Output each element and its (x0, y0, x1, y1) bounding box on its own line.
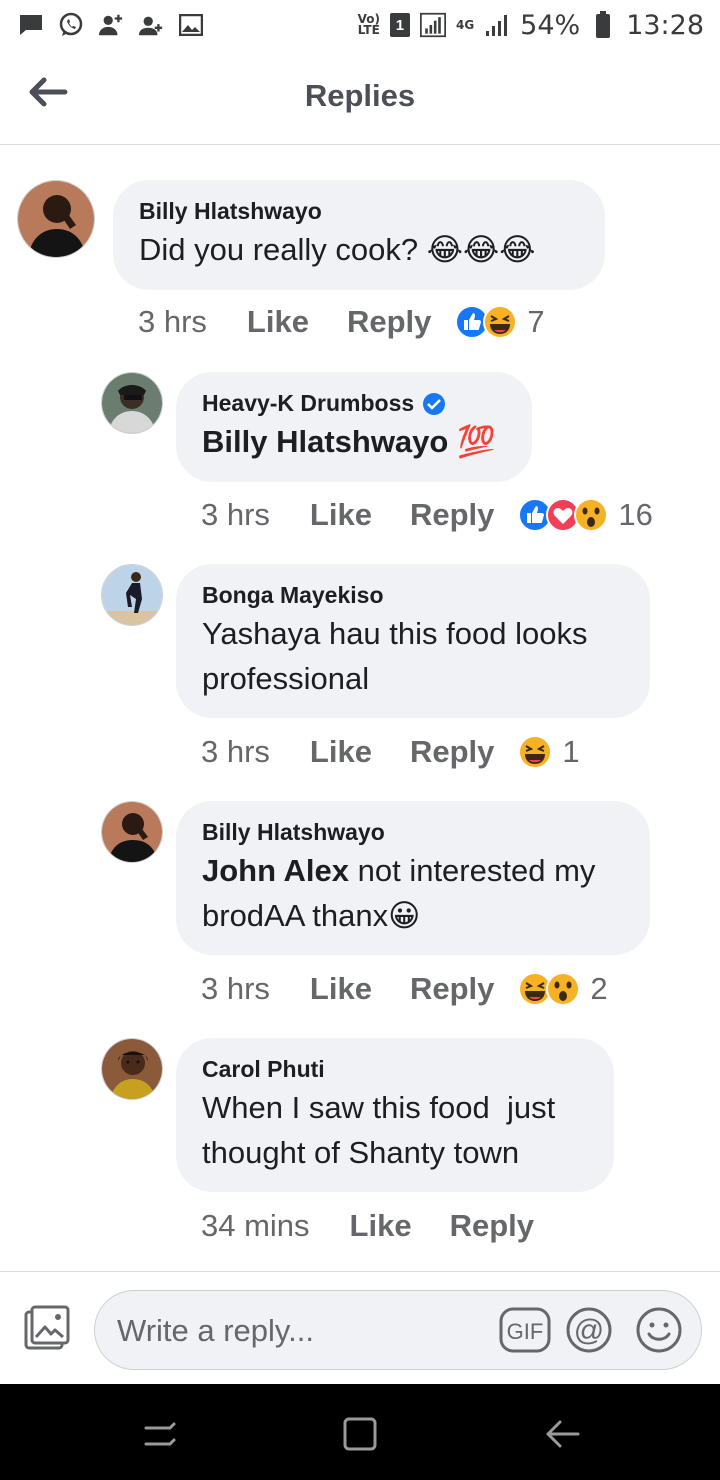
comment-text: Billy Hlatshwayo 💯 (202, 419, 506, 464)
sim-indicator: 1 (389, 13, 410, 37)
whatsapp-icon (58, 12, 84, 38)
comment-actions: 34 mins Like Reply (201, 1208, 572, 1244)
home-icon (343, 1417, 377, 1451)
comment-bubble[interactable]: Carol Phuti When I saw this food just tho… (176, 1038, 614, 1192)
photo-icon (24, 1305, 70, 1350)
comment-text: Yashaya hau this food looks professional (202, 616, 588, 696)
comment-time[interactable]: 3 hrs (201, 734, 270, 770)
battery-percent: 54% (520, 9, 581, 41)
reply-composer: Write a reply... GIF @ (0, 1271, 720, 1384)
friend-request-icon (98, 12, 124, 38)
comment-text: When I saw this food just thought of Shan… (202, 1090, 556, 1170)
reaction-summary[interactable]: 16 (518, 497, 653, 533)
comment-actions: 3 hrs Like Reply 16 (201, 497, 653, 533)
emoji-button[interactable] (635, 1306, 683, 1354)
haha-reaction-icon (483, 305, 518, 339)
comment-author[interactable]: Carol Phuti (202, 1056, 588, 1083)
gif-button[interactable]: GIF (499, 1306, 551, 1354)
comment-time[interactable]: 34 mins (201, 1208, 310, 1244)
reply-input[interactable]: Write a reply... GIF @ (94, 1290, 702, 1370)
status-notification-icons (18, 12, 204, 38)
mention-link[interactable]: Billy Hlatshwayo (202, 424, 448, 459)
add-friend-icon (138, 12, 164, 38)
comment-bubble[interactable]: Heavy-K Drumboss Billy Hlatshwayo 💯 (176, 372, 532, 482)
comment-bubble[interactable]: Billy Hlatshwayo Did you really cook? 😂😂… (113, 180, 605, 290)
at-sign-icon: @ (566, 1307, 612, 1353)
like-button[interactable]: Like (247, 304, 309, 340)
reaction-summary[interactable]: 1 (518, 734, 580, 770)
comment-author[interactable]: Billy Hlatshwayo (139, 198, 579, 225)
comment-author[interactable]: Bonga Mayekiso (202, 582, 624, 609)
verified-badge-icon (423, 392, 446, 415)
mention-link[interactable]: John Alex (202, 853, 349, 888)
system-nav-bar (0, 1384, 720, 1480)
comment-actions: 3 hrs Like Reply 1 (201, 734, 580, 770)
svg-text:@: @ (574, 1314, 604, 1347)
page-title: Replies (304, 78, 416, 113)
comment-text: Did you really cook? 😂😂😂 (139, 232, 536, 267)
reply-button[interactable]: Reply (347, 304, 431, 340)
comment-actions: 3 hrs Like Reply 2 (201, 971, 608, 1007)
gallery-icon (178, 12, 204, 38)
avatar[interactable] (101, 801, 163, 863)
avatar[interactable] (101, 1038, 163, 1100)
reaction-summary[interactable]: 2 (518, 971, 608, 1007)
volte-indicator: Vo) LTE (357, 12, 380, 37)
like-button[interactable]: Like (310, 497, 372, 533)
avatar[interactable] (101, 372, 163, 434)
signal-strength-icon (419, 12, 446, 38)
avatar[interactable] (17, 180, 95, 258)
reaction-count: 16 (618, 497, 653, 532)
recent-apps-icon (144, 1422, 176, 1446)
reply-button[interactable]: Reply (410, 971, 494, 1007)
signal-bars-icon (484, 12, 510, 38)
status-bar: Vo) LTE 1 4G 54% 13:28 (0, 0, 720, 50)
attach-photo-button[interactable] (22, 1304, 72, 1354)
network-type-indicator: 4G (455, 17, 475, 32)
grinning-emoji: 😀 (388, 898, 421, 933)
reaction-count: 1 (562, 734, 580, 769)
smiley-icon (636, 1307, 682, 1353)
back-icon (546, 1420, 580, 1448)
reaction-count: 7 (527, 304, 545, 339)
home-button[interactable] (340, 1414, 380, 1454)
hundred-emoji: 💯 (456, 424, 496, 459)
header: Replies (0, 50, 720, 145)
wow-reaction-icon (546, 972, 581, 1006)
mention-button[interactable]: @ (565, 1306, 613, 1354)
comment-author[interactable]: Billy Hlatshwayo (202, 819, 624, 846)
like-button[interactable]: Like (310, 734, 372, 770)
comment-text: John Alex not interested my brodAA thanx😀 (202, 853, 596, 933)
comment-bubble[interactable]: Bonga Mayekiso Yashaya hau this food loo… (176, 564, 650, 718)
comment-time[interactable]: 3 hrs (201, 971, 270, 1007)
message-notification-icon (18, 12, 44, 38)
comment-time[interactable]: 3 hrs (201, 497, 270, 533)
reply-button[interactable]: Reply (410, 734, 494, 770)
reply-button[interactable]: Reply (450, 1208, 534, 1244)
clock: 13:28 (626, 9, 704, 41)
svg-text:GIF: GIF (507, 1319, 544, 1344)
reaction-summary[interactable]: 7 (455, 304, 545, 340)
battery-icon (590, 11, 616, 38)
gif-icon: GIF (499, 1307, 551, 1353)
reply-placeholder: Write a reply... (117, 1313, 314, 1348)
comment-author[interactable]: Heavy-K Drumboss (202, 390, 506, 417)
like-button[interactable]: Like (350, 1208, 412, 1244)
comment-actions: 3 hrs Like Reply 7 (138, 304, 545, 340)
laughing-emoji: 😂😂😂 (426, 232, 536, 267)
haha-reaction-icon (518, 735, 553, 769)
like-button[interactable]: Like (310, 971, 372, 1007)
avatar[interactable] (101, 564, 163, 626)
status-system-icons: Vo) LTE 1 4G 54% 13:28 (358, 10, 704, 41)
reply-button[interactable]: Reply (410, 497, 494, 533)
reaction-count: 2 (590, 971, 608, 1006)
wow-reaction-icon (574, 498, 609, 532)
system-back-button[interactable] (542, 1414, 582, 1454)
comment-bubble[interactable]: Billy Hlatshwayo John Alex not intereste… (176, 801, 650, 955)
comment-time[interactable]: 3 hrs (138, 304, 207, 340)
recent-apps-button[interactable] (140, 1414, 180, 1454)
